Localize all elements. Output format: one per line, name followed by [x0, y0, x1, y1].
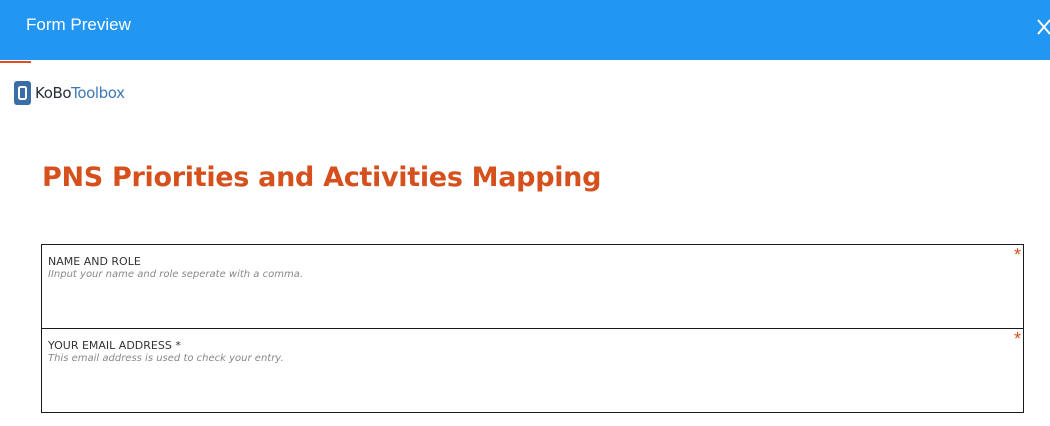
- header-accent-line: [0, 61, 31, 63]
- question-name-and-role[interactable]: NAME AND ROLE IInput your name and role …: [41, 244, 1024, 329]
- brand-name-kobo: KoBo: [35, 84, 72, 102]
- kobo-logo-icon: [14, 81, 31, 105]
- brand-name-toolbox: Toolbox: [71, 84, 125, 102]
- brand-name: KoBoToolbox: [35, 84, 125, 102]
- required-marker: *: [1013, 245, 1021, 265]
- form-title: PNS Priorities and Activities Mapping: [42, 162, 602, 193]
- kobo-toolbox-logo: KoBoToolbox: [14, 80, 125, 106]
- form-preview-header: Form Preview: [0, 0, 1050, 60]
- close-icon[interactable]: [1034, 14, 1050, 40]
- question-hint: IInput your name and role seperate with …: [48, 269, 304, 280]
- header-title: Form Preview: [26, 15, 131, 34]
- question-hint: This email address is used to check your…: [48, 353, 284, 364]
- question-label: YOUR EMAIL ADDRESS *: [48, 339, 181, 352]
- required-marker: *: [1013, 329, 1021, 349]
- question-email-address[interactable]: YOUR EMAIL ADDRESS * This email address …: [41, 328, 1024, 413]
- question-label: NAME AND ROLE: [48, 255, 141, 268]
